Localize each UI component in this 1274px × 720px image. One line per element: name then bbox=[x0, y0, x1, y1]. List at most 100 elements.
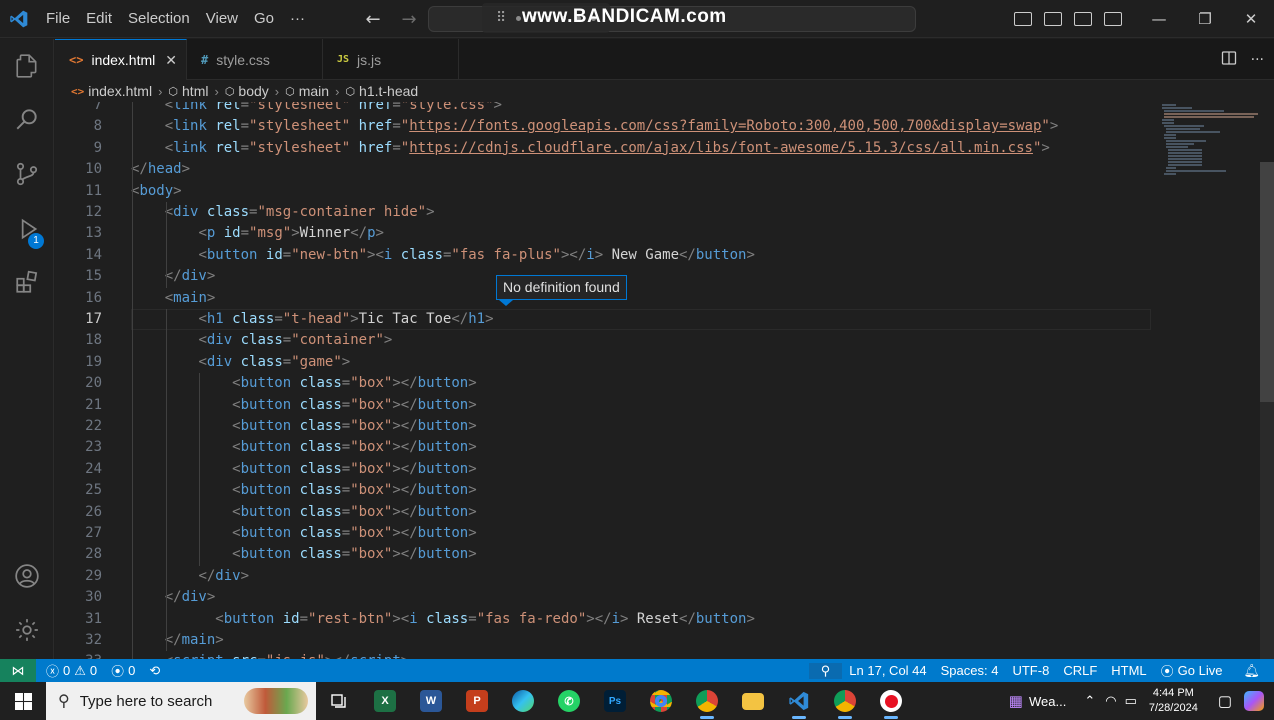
remote-indicator-icon[interactable]: ⋈ bbox=[0, 659, 36, 682]
code-line[interactable]: 19 <div class="game"> bbox=[55, 352, 1274, 373]
menu-view[interactable]: View bbox=[198, 0, 246, 38]
line-ending[interactable]: CRLF bbox=[1056, 663, 1104, 678]
close-tab-icon[interactable]: ✕ bbox=[165, 52, 177, 69]
forward-arrow-icon[interactable]: → bbox=[398, 9, 420, 30]
problems-indicator[interactable]: ⓧ 0 ⚠ 0 bbox=[36, 661, 104, 680]
indentation[interactable]: Spaces: 4 bbox=[934, 663, 1006, 678]
tab-style-css[interactable]: # style.css bbox=[187, 39, 323, 80]
menu-go[interactable]: Go bbox=[246, 0, 282, 38]
chrome-icon[interactable] bbox=[638, 682, 684, 720]
minimize-icon[interactable]: — bbox=[1136, 0, 1182, 38]
bandicam-record-icon[interactable] bbox=[868, 682, 914, 720]
ports-indicator[interactable]: ⦿ 0 bbox=[104, 661, 142, 680]
code-line[interactable]: 23 <button class="box"></button> bbox=[55, 437, 1274, 458]
file-explorer-icon[interactable] bbox=[730, 682, 776, 720]
code-line[interactable]: 31 <button id="rest-btn"><i class="fas fa… bbox=[55, 609, 1274, 630]
go-live-button[interactable]: ⦿ Go Live bbox=[1154, 661, 1230, 680]
taskbar-search-input[interactable]: ⚲ Type here to search bbox=[46, 682, 316, 720]
code-line[interactable]: 21 <button class="box"></button> bbox=[55, 395, 1274, 416]
code-line[interactable]: 9 <link rel="stylesheet" href="https://cd… bbox=[55, 138, 1274, 159]
more-actions-icon[interactable]: ··· bbox=[1251, 52, 1264, 68]
code-line[interactable]: 24 <button class="box"></button> bbox=[55, 459, 1274, 480]
tab-js-js[interactable]: JS js.js bbox=[323, 39, 459, 80]
menu-edit[interactable]: Edit bbox=[78, 0, 120, 38]
vscode-taskbar-icon[interactable] bbox=[776, 682, 822, 720]
explorer-icon[interactable] bbox=[0, 41, 54, 91]
weather-label[interactable]: Wea... bbox=[1029, 694, 1066, 709]
chevron-up-icon[interactable]: ⌃ bbox=[1084, 693, 1095, 709]
word-icon[interactable]: W bbox=[408, 682, 454, 720]
copilot-icon[interactable] bbox=[1244, 691, 1264, 711]
excel-icon[interactable]: X bbox=[362, 682, 408, 720]
code-line[interactable]: 20 <button class="box"></button> bbox=[55, 373, 1274, 394]
menu-selection[interactable]: Selection bbox=[120, 0, 198, 38]
drag-handle-icon[interactable]: ⠿ bbox=[496, 10, 506, 26]
toggle-sidebar-icon[interactable] bbox=[1014, 12, 1032, 26]
code-line[interactable]: 22 <button class="box"></button> bbox=[55, 416, 1274, 437]
extensions-icon[interactable] bbox=[0, 257, 54, 307]
code-line[interactable]: 8 <link rel="stylesheet" href="https://fo… bbox=[55, 116, 1274, 137]
toggle-secondary-sidebar-icon[interactable] bbox=[1074, 12, 1092, 26]
notifications-bell-icon[interactable]: 🔔︎ bbox=[1229, 663, 1274, 679]
cursor-position[interactable]: Ln 17, Col 44 bbox=[842, 663, 933, 678]
breadcrumb-html[interactable]: ⬡ html bbox=[168, 83, 208, 99]
photoshop-icon[interactable]: Ps bbox=[592, 682, 638, 720]
minimap[interactable] bbox=[1158, 102, 1258, 182]
menu-more[interactable]: ··· bbox=[282, 0, 313, 38]
back-arrow-icon[interactable]: ← bbox=[362, 9, 384, 30]
source-control-icon[interactable] bbox=[0, 149, 54, 199]
task-view-icon[interactable] bbox=[316, 682, 362, 720]
code-line[interactable]: 14 <button id="new-btn"><i class="fas fa-… bbox=[55, 245, 1274, 266]
battery-icon[interactable]: ▭ bbox=[1125, 693, 1137, 709]
code-line[interactable]: 33 <script src="js.js"></script> bbox=[55, 651, 1274, 659]
code-line[interactable]: 32 </main> bbox=[55, 630, 1274, 651]
code-line[interactable]: 10 </head> bbox=[55, 159, 1274, 180]
chrome-window-icon[interactable] bbox=[822, 682, 868, 720]
settings-gear-icon[interactable] bbox=[0, 605, 54, 655]
code-line[interactable]: 18 <div class="container"> bbox=[55, 330, 1274, 351]
chrome-profile-icon[interactable] bbox=[684, 682, 730, 720]
code-line[interactable]: 7 <link rel="stylesheet" href="style.css"… bbox=[55, 102, 1274, 116]
edge-icon[interactable] bbox=[500, 682, 546, 720]
menu-file[interactable]: File bbox=[38, 0, 78, 38]
account-icon[interactable] bbox=[0, 551, 54, 601]
breadcrumb-file[interactable]: <> index.html bbox=[71, 83, 152, 99]
windows-start-icon[interactable] bbox=[0, 682, 46, 720]
scrollbar-thumb[interactable] bbox=[1260, 162, 1274, 402]
search-icon[interactable] bbox=[0, 94, 54, 144]
powerpoint-icon[interactable]: P bbox=[454, 682, 500, 720]
breadcrumb-h1[interactable]: ⬡ h1.t-head bbox=[345, 83, 418, 99]
language-mode[interactable]: HTML bbox=[1104, 663, 1153, 678]
run-debug-icon[interactable]: 1 bbox=[0, 204, 54, 254]
code-line[interactable]: 30 </div> bbox=[55, 587, 1274, 608]
live-share-icon[interactable]: ⟲ bbox=[142, 663, 167, 679]
code-line[interactable]: 12 <div class="msg-container hide"> bbox=[55, 202, 1274, 223]
zoom-icon[interactable]: ⚲ bbox=[808, 662, 843, 679]
code-line[interactable]: 28 <button class="box"></button> bbox=[55, 544, 1274, 565]
code-line[interactable]: 26 <button class="box"></button> bbox=[55, 502, 1274, 523]
toggle-panel-icon[interactable] bbox=[1044, 12, 1062, 26]
close-icon[interactable]: ✕ bbox=[1228, 0, 1274, 38]
whatsapp-icon[interactable]: ✆ bbox=[546, 682, 592, 720]
taskbar-clock[interactable]: 4:44 PM 7/28/2024 bbox=[1141, 686, 1206, 716]
weather-icon[interactable]: ▦ bbox=[1009, 692, 1023, 710]
breadcrumb-body[interactable]: ⬡ body bbox=[225, 83, 269, 99]
code-line[interactable]: 13 <p id="msg">Winner</p> bbox=[55, 223, 1274, 244]
notification-center-icon[interactable]: ▢ bbox=[1218, 692, 1232, 710]
code-line[interactable]: 16 <main> bbox=[55, 288, 1274, 309]
js-file-icon: JS bbox=[337, 54, 350, 65]
file-encoding[interactable]: UTF-8 bbox=[1005, 663, 1056, 678]
split-editor-icon[interactable] bbox=[1221, 50, 1237, 70]
network-icon[interactable]: ◠ bbox=[1105, 693, 1116, 709]
tab-index-html[interactable]: <> index.html ✕ bbox=[55, 39, 187, 80]
code-line[interactable]: 27 <button class="box"></button> bbox=[55, 523, 1274, 544]
code-editor[interactable]: 7 <link rel="stylesheet" href="style.css"… bbox=[55, 102, 1274, 659]
code-line[interactable]: 17 <h1 class="t-head">Tic Tac Toe</h1> bbox=[55, 309, 1274, 331]
breadcrumb-main[interactable]: ⬡ main bbox=[285, 83, 329, 99]
code-line[interactable]: 29 </div> bbox=[55, 566, 1274, 587]
code-line[interactable]: 25 <button class="box"></button> bbox=[55, 480, 1274, 501]
customize-layout-icon[interactable] bbox=[1104, 12, 1122, 26]
restore-icon[interactable]: ❐ bbox=[1182, 0, 1228, 38]
code-line[interactable]: 15 </div> bbox=[55, 266, 1274, 287]
code-line[interactable]: 11 <body> bbox=[55, 181, 1274, 202]
